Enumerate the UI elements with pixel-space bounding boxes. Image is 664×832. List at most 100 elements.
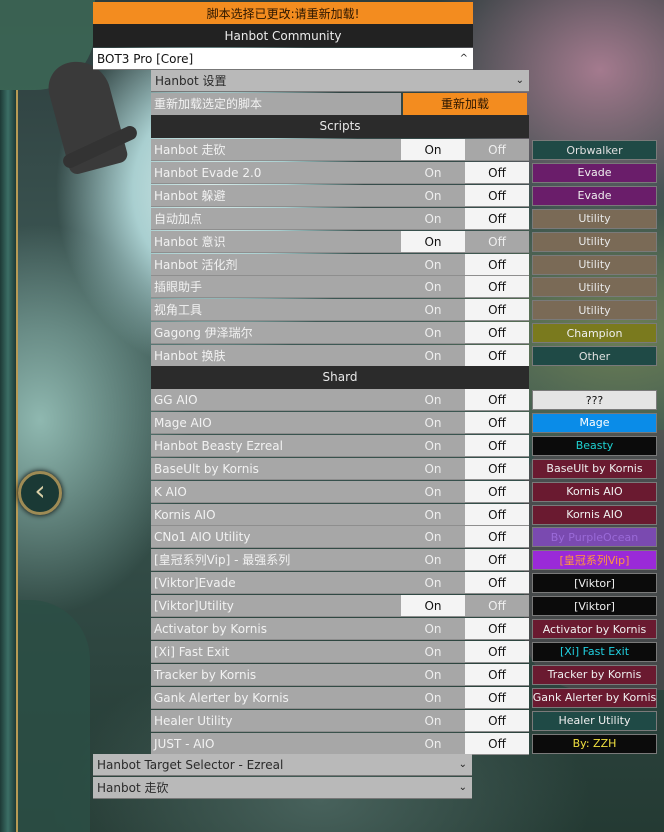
toggle-on-button[interactable]: On: [401, 732, 465, 755]
toggle-off-button[interactable]: Off: [465, 595, 529, 618]
category-tag: Utility: [532, 208, 657, 229]
toggle-off-button[interactable]: Off: [465, 709, 529, 732]
toggle-off-button[interactable]: Off: [465, 526, 529, 549]
toggle-on-button[interactable]: On: [401, 503, 465, 526]
toggle-off-button[interactable]: Off: [465, 276, 529, 299]
toggle-off-button[interactable]: Off: [465, 139, 529, 161]
toggle-off-button[interactable]: Off: [465, 253, 529, 276]
toggle-on-button[interactable]: On: [401, 184, 465, 207]
back-button[interactable]: ‹: [18, 471, 62, 515]
category-tag: Utility: [532, 300, 657, 321]
toggle-on-button[interactable]: On: [401, 686, 465, 709]
script-row: Hanbot 躲避 On Off: [151, 184, 529, 207]
script-row: Hanbot 活化剂 On Off: [151, 253, 529, 276]
toggle-off-button[interactable]: Off: [465, 618, 529, 640]
toggle-on-button[interactable]: On: [401, 526, 465, 549]
script-row: Healer Utility On Off: [151, 709, 529, 732]
toggle-on-button[interactable]: On: [401, 299, 465, 322]
script-name: Hanbot Evade 2.0: [151, 161, 401, 184]
toggle-on-button[interactable]: On: [401, 572, 465, 595]
orbwalker-select-value: Hanbot 走砍: [97, 781, 169, 795]
script-name: Tracker by Kornis: [151, 663, 401, 686]
core-select[interactable]: BOT3 Pro [Core] ^: [93, 48, 473, 70]
script-name: K AIO: [151, 480, 401, 503]
script-name: Hanbot 躲避: [151, 184, 401, 207]
toggle-off-button[interactable]: Off: [465, 207, 529, 230]
script-row: Activator by Kornis On Off: [151, 618, 529, 640]
toggle-on-button[interactable]: On: [401, 618, 465, 640]
toggle-on-button[interactable]: On: [401, 276, 465, 299]
toggle-off-button[interactable]: Off: [465, 434, 529, 457]
toggle-off-button[interactable]: Off: [465, 299, 529, 322]
toggle-on-button[interactable]: On: [401, 663, 465, 686]
script-name: [皇冠系列Vip] - 最强系列: [151, 549, 401, 572]
category-tag: Evade: [532, 162, 657, 183]
script-row: [Xi] Fast Exit On Off: [151, 640, 529, 663]
toggle-on-button[interactable]: On: [401, 161, 465, 184]
category-tag: [Viktor]: [532, 573, 657, 594]
toggle-on-button[interactable]: On: [401, 230, 465, 253]
toggle-on-button[interactable]: On: [401, 457, 465, 480]
toggle-on-button[interactable]: On: [401, 411, 465, 434]
script-name: Mage AIO: [151, 411, 401, 434]
script-row: Hanbot Beasty Ezreal On Off: [151, 434, 529, 457]
script-row: Gagong 伊泽瑞尔 On Off: [151, 322, 529, 345]
toggle-off-button[interactable]: Off: [465, 732, 529, 755]
toggle-off-button[interactable]: Off: [465, 572, 529, 595]
category-tag: By PurpleOcean: [532, 527, 657, 548]
script-row: Tracker by Kornis On Off: [151, 663, 529, 686]
script-row: Hanbot 走砍 On Off: [151, 139, 529, 161]
category-tag: Tracker by Kornis: [532, 664, 657, 685]
reload-warning-banner: 脚本选择已更改:请重新加载!: [93, 2, 473, 24]
script-name: Hanbot 意识: [151, 230, 401, 253]
toggle-off-button[interactable]: Off: [465, 389, 529, 411]
toggle-off-button[interactable]: Off: [465, 640, 529, 663]
script-row: Hanbot Evade 2.0 On Off: [151, 161, 529, 184]
toggle-off-button[interactable]: Off: [465, 686, 529, 709]
toggle-off-button[interactable]: Off: [465, 184, 529, 207]
target-selector-select[interactable]: Hanbot Target Selector - Ezreal ⌄: [93, 754, 472, 776]
toggle-off-button[interactable]: Off: [465, 230, 529, 253]
script-row: [Viktor]Utility On Off: [151, 595, 529, 618]
menu-title-text: Hanbot Community: [224, 28, 342, 43]
toggle-on-button[interactable]: On: [401, 345, 465, 368]
toggle-on-button[interactable]: On: [401, 389, 465, 411]
toggle-on-button[interactable]: On: [401, 322, 465, 345]
toggle-off-button[interactable]: Off: [465, 161, 529, 184]
script-name: [Xi] Fast Exit: [151, 640, 401, 663]
toggle-off-button[interactable]: Off: [465, 503, 529, 526]
toggle-on-button[interactable]: On: [401, 253, 465, 276]
script-name: BaseUlt by Kornis: [151, 457, 401, 480]
category-tag: Kornis AIO: [532, 504, 657, 525]
settings-select[interactable]: Hanbot 设置 ⌄: [151, 70, 529, 92]
category-tag: Champion: [532, 323, 657, 344]
category-tag: Utility: [532, 254, 657, 275]
script-row: JUST - AIO On Off: [151, 732, 529, 755]
toggle-off-button[interactable]: Off: [465, 663, 529, 686]
script-name: Healer Utility: [151, 709, 401, 732]
category-tag: Other: [532, 346, 657, 367]
toggle-on-button[interactable]: On: [401, 480, 465, 503]
menu-title: Hanbot Community: [93, 24, 473, 47]
toggle-on-button[interactable]: On: [401, 709, 465, 732]
toggle-on-button[interactable]: On: [401, 434, 465, 457]
toggle-off-button[interactable]: Off: [465, 411, 529, 434]
toggle-on-button[interactable]: On: [401, 139, 465, 161]
toggle-off-button[interactable]: Off: [465, 549, 529, 572]
toggle-on-button[interactable]: On: [401, 549, 465, 572]
script-row: [皇冠系列Vip] - 最强系列 On Off: [151, 549, 529, 572]
toggle-on-button[interactable]: On: [401, 640, 465, 663]
toggle-off-button[interactable]: Off: [465, 322, 529, 345]
toggle-on-button[interactable]: On: [401, 207, 465, 230]
category-tag: Healer Utility: [532, 710, 657, 731]
reload-button[interactable]: 重新加载: [403, 93, 527, 115]
script-name: CNo1 AIO Utility: [151, 526, 401, 549]
script-name: Hanbot 活化剂: [151, 253, 401, 276]
toggle-off-button[interactable]: Off: [465, 480, 529, 503]
toggle-off-button[interactable]: Off: [465, 345, 529, 368]
category-tag: [Xi] Fast Exit: [532, 641, 657, 662]
toggle-on-button[interactable]: On: [401, 595, 465, 618]
toggle-off-button[interactable]: Off: [465, 457, 529, 480]
script-name: [Viktor]Utility: [151, 595, 401, 618]
orbwalker-select[interactable]: Hanbot 走砍 ⌄: [93, 777, 472, 799]
